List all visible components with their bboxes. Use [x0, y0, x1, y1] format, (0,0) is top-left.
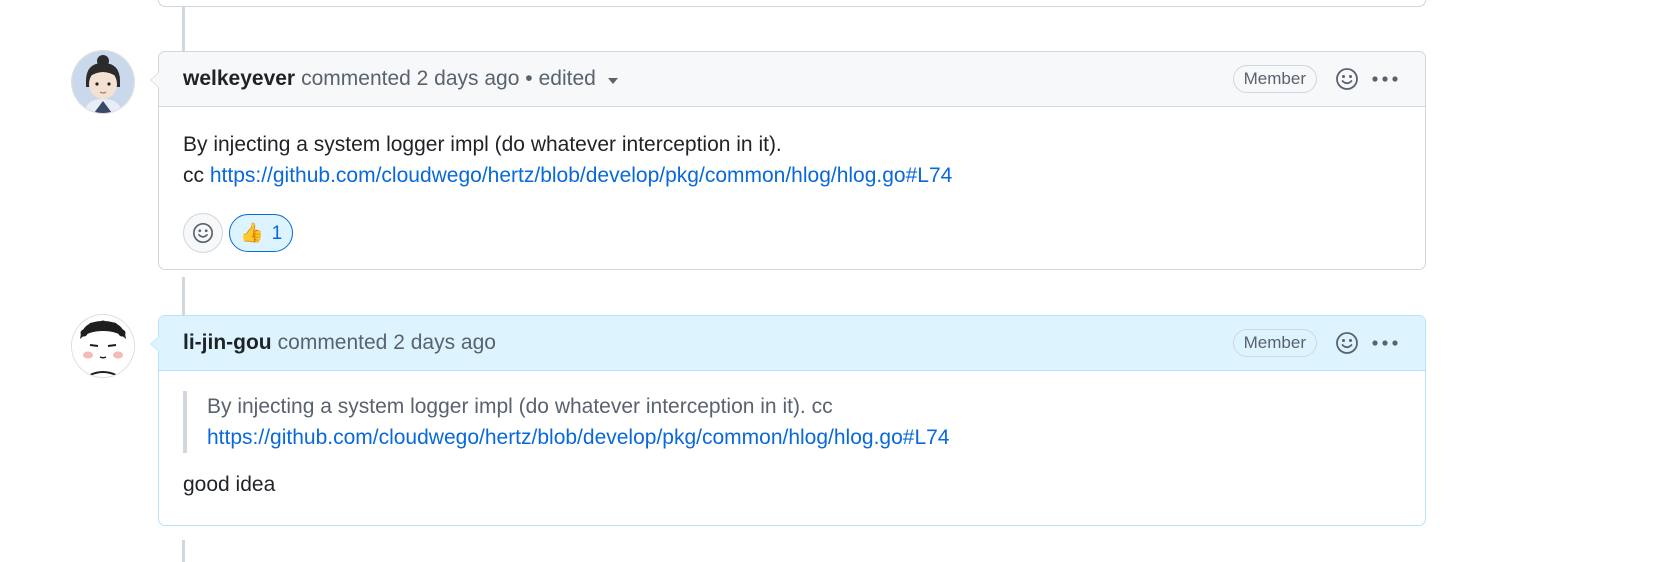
comment-action: commented [301, 67, 411, 90]
timeline-connector [182, 0, 185, 52]
comment-meta: commented 2 days ago [278, 331, 496, 355]
reaction-thumbs-up[interactable]: 👍 1 [229, 214, 294, 252]
comment-body: By injecting a system logger impl (do wh… [159, 107, 1425, 275]
comment-timestamp[interactable]: 2 days ago [417, 67, 520, 90]
edited-dropdown[interactable]: edited [539, 67, 618, 91]
comment-header: li-jin-gou commented 2 days ago Member [159, 316, 1425, 371]
comment-body-line: By injecting a system logger impl (do wh… [183, 133, 782, 156]
quoted-reply: By injecting a system logger impl (do wh… [183, 391, 1401, 453]
comment-body: By injecting a system logger impl (do wh… [159, 371, 1425, 522]
comment-header: welkeyever commented 2 days ago • edited… [159, 52, 1425, 107]
cc-label: cc [183, 164, 204, 187]
comment-body-line: cc https://github.com/cloudwego/hertz/bl… [183, 160, 1401, 191]
add-reaction-button[interactable] [183, 213, 223, 253]
comment-card-li-jin-gou: li-jin-gou commented 2 days ago Member B… [150, 315, 1426, 526]
comment-meta: commented 2 days ago • [301, 67, 533, 91]
previous-comment-edge [158, 0, 1426, 7]
comment-header-actions: Member [1232, 52, 1401, 106]
comment-card-welkeyever: welkeyever commented 2 days ago • edited… [150, 51, 1426, 270]
member-badge: Member [1232, 329, 1317, 357]
kebab-horizontal-icon[interactable] [1369, 329, 1401, 357]
edited-label: edited [538, 67, 596, 90]
smiley-icon[interactable] [1333, 329, 1361, 357]
kebab-horizontal-icon[interactable] [1369, 65, 1401, 93]
avatar-li-jin-gou[interactable] [72, 315, 134, 377]
comment-author[interactable]: welkeyever [183, 67, 295, 91]
comment-header-actions: Member [1232, 316, 1401, 370]
meta-separator: • [525, 67, 533, 90]
comment-body-line: good idea [183, 473, 276, 496]
timeline-connector [182, 540, 185, 562]
member-badge: Member [1232, 65, 1317, 93]
quote-text: By injecting a system logger impl (do wh… [207, 395, 833, 418]
smiley-icon[interactable] [1333, 65, 1361, 93]
smiley-icon [193, 223, 213, 243]
hlog-link[interactable]: https://github.com/cloudwego/hertz/blob/… [210, 164, 953, 187]
comment-timestamp[interactable]: 2 days ago [393, 331, 496, 354]
avatar-welkeyever[interactable] [72, 51, 134, 113]
chevron-down-icon [607, 78, 618, 84]
comment-author[interactable]: li-jin-gou [183, 331, 272, 355]
timeline-connector [182, 277, 185, 317]
reactions-bar: 👍 1 [183, 213, 1401, 253]
comment-action: commented [277, 331, 388, 354]
reaction-count: 1 [271, 222, 283, 244]
thumbs-up-icon: 👍 [240, 222, 264, 244]
hlog-link[interactable]: https://github.com/cloudwego/hertz/blob/… [207, 426, 950, 449]
